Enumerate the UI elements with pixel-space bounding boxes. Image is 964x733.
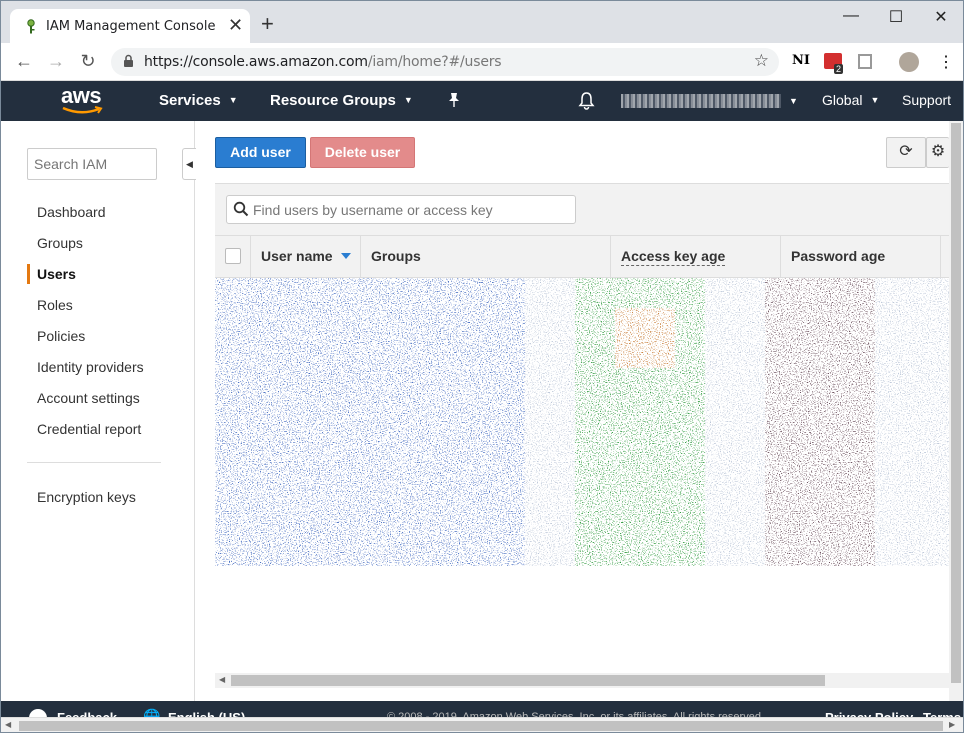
table-rows-redacted xyxy=(215,278,949,566)
sort-desc-icon xyxy=(340,253,351,259)
support-label: Support xyxy=(902,92,952,108)
extension-bookmark-icon[interactable] xyxy=(858,54,872,69)
table-header: User name Groups Access key age Password… xyxy=(215,235,949,278)
collapse-sidebar-icon[interactable]: ◀ xyxy=(182,148,196,180)
sidebar-item-groups[interactable]: Groups xyxy=(37,235,83,251)
browser-horizontal-scrollbar[interactable]: ◀ ▶ xyxy=(1,717,963,732)
profile-avatar[interactable] xyxy=(899,52,919,72)
column-access-key-age[interactable]: Access key age xyxy=(610,236,780,277)
chevron-down-icon: ▼ xyxy=(403,95,413,105)
pin-icon[interactable] xyxy=(447,92,461,112)
sidebar: ◀ Dashboard Groups Users Roles Policies … xyxy=(1,121,196,701)
forward-icon[interactable]: → xyxy=(44,51,68,72)
table-horizontal-scrollbar[interactable]: ◀ xyxy=(215,673,949,688)
column-password-age-label: Password age xyxy=(791,248,886,264)
chevron-down-icon: ▼ xyxy=(228,95,238,105)
tab-title: IAM Management Console xyxy=(46,19,216,34)
scroll-left-icon[interactable]: ◀ xyxy=(219,675,225,684)
sidebar-item-roles[interactable]: Roles xyxy=(37,297,73,313)
column-groups[interactable]: Groups xyxy=(360,236,610,277)
find-users-field[interactable]: Find users by username or access key xyxy=(226,195,576,224)
scroll-left-icon[interactable]: ◀ xyxy=(5,720,11,729)
browser-tab[interactable]: IAM Management Console ✕ xyxy=(10,9,250,43)
key-icon xyxy=(27,19,35,34)
sidebar-item-credential-report[interactable]: Credential report xyxy=(37,421,141,437)
browser-window: IAM Management Console ✕ + — ☐ ✕ ← → ↻ h… xyxy=(0,0,964,733)
back-icon[interactable]: ← xyxy=(12,51,36,72)
column-user-name[interactable]: User name xyxy=(250,236,360,277)
account-menu[interactable] xyxy=(621,94,781,108)
aws-logo[interactable]: aws xyxy=(61,85,105,116)
column-password-age[interactable]: Password age xyxy=(780,236,940,277)
resource-groups-menu[interactable]: Resource Groups ▼ xyxy=(270,92,413,109)
aws-logo-text: aws xyxy=(61,83,102,108)
search-icon xyxy=(233,201,249,217)
address-bar[interactable]: https://console.aws.amazon.com/iam/home?… xyxy=(111,48,779,76)
scrollbar-thumb[interactable] xyxy=(231,675,825,686)
scrollbar-thumb[interactable] xyxy=(19,721,943,731)
select-all-checkbox[interactable] xyxy=(225,248,241,264)
bookmark-star-icon[interactable]: ☆ xyxy=(754,51,769,71)
maximize-icon[interactable]: ☐ xyxy=(881,7,911,27)
sidebar-item-policies[interactable]: Policies xyxy=(37,328,85,344)
select-all-cell xyxy=(215,236,250,277)
region-label: Global xyxy=(822,92,863,108)
extension-n-icon[interactable]: NI xyxy=(792,53,810,68)
resource-groups-label: Resource Groups xyxy=(270,92,396,109)
services-menu[interactable]: Services ▼ xyxy=(159,92,238,109)
scroll-right-icon[interactable]: ▶ xyxy=(949,720,955,729)
url-path: /iam/home?#/users xyxy=(367,54,502,70)
lock-icon xyxy=(124,54,133,67)
users-table-panel: Find users by username or access key Use… xyxy=(215,183,949,278)
refresh-icon[interactable]: ⟳ xyxy=(886,137,926,168)
chevron-down-icon: ▼ xyxy=(789,96,798,106)
active-indicator xyxy=(27,264,30,284)
region-menu[interactable]: Global ▼ xyxy=(822,92,879,108)
sidebar-item-users[interactable]: Users xyxy=(37,266,76,282)
services-label: Services xyxy=(159,92,221,109)
new-tab-icon[interactable]: + xyxy=(261,13,274,35)
delete-user-button[interactable]: Delete user xyxy=(310,137,415,168)
sidebar-item-encryption-keys[interactable]: Encryption keys xyxy=(37,489,136,505)
page-vertical-scrollbar[interactable] xyxy=(949,121,963,701)
sidebar-item-identity-providers[interactable]: Identity providers xyxy=(37,359,144,375)
sidebar-divider xyxy=(27,462,161,463)
add-user-button[interactable]: Add user xyxy=(215,137,306,168)
search-iam-input[interactable] xyxy=(27,148,157,180)
extension-badge: 2 xyxy=(834,64,844,74)
sidebar-item-dashboard[interactable]: Dashboard xyxy=(37,204,106,220)
find-users-input: Find users by username or access key xyxy=(253,202,493,218)
reload-icon[interactable]: ↻ xyxy=(76,51,100,72)
sidebar-item-account-settings[interactable]: Account settings xyxy=(37,390,140,406)
support-menu[interactable]: Support xyxy=(902,92,951,108)
tab-strip: IAM Management Console ✕ + — ☐ ✕ xyxy=(1,1,963,43)
url-host: https://console.aws.amazon.com xyxy=(144,54,368,70)
notifications-bell-icon[interactable] xyxy=(578,92,595,114)
close-window-icon[interactable]: ✕ xyxy=(926,7,956,27)
url-text: https://console.aws.amazon.com/iam/home?… xyxy=(144,54,502,70)
settings-gear-icon[interactable]: ⚙ xyxy=(926,137,949,168)
aws-navbar: aws Services ▼ Resource Groups ▼ ▼ Global ▼… xyxy=(1,81,963,121)
chevron-down-icon: ▼ xyxy=(870,95,880,105)
minimize-icon[interactable]: — xyxy=(836,7,866,25)
scrollbar-thumb[interactable] xyxy=(951,123,961,683)
column-groups-label: Groups xyxy=(371,248,421,264)
browser-toolbar: ← → ↻ https://console.aws.amazon.com/iam… xyxy=(1,43,963,81)
column-access-key-age-label: Access key age xyxy=(621,248,726,266)
menu-dots-icon[interactable]: ⋮ xyxy=(938,52,954,72)
column-user-name-label: User name xyxy=(261,248,333,264)
close-tab-icon[interactable]: ✕ xyxy=(228,16,243,34)
